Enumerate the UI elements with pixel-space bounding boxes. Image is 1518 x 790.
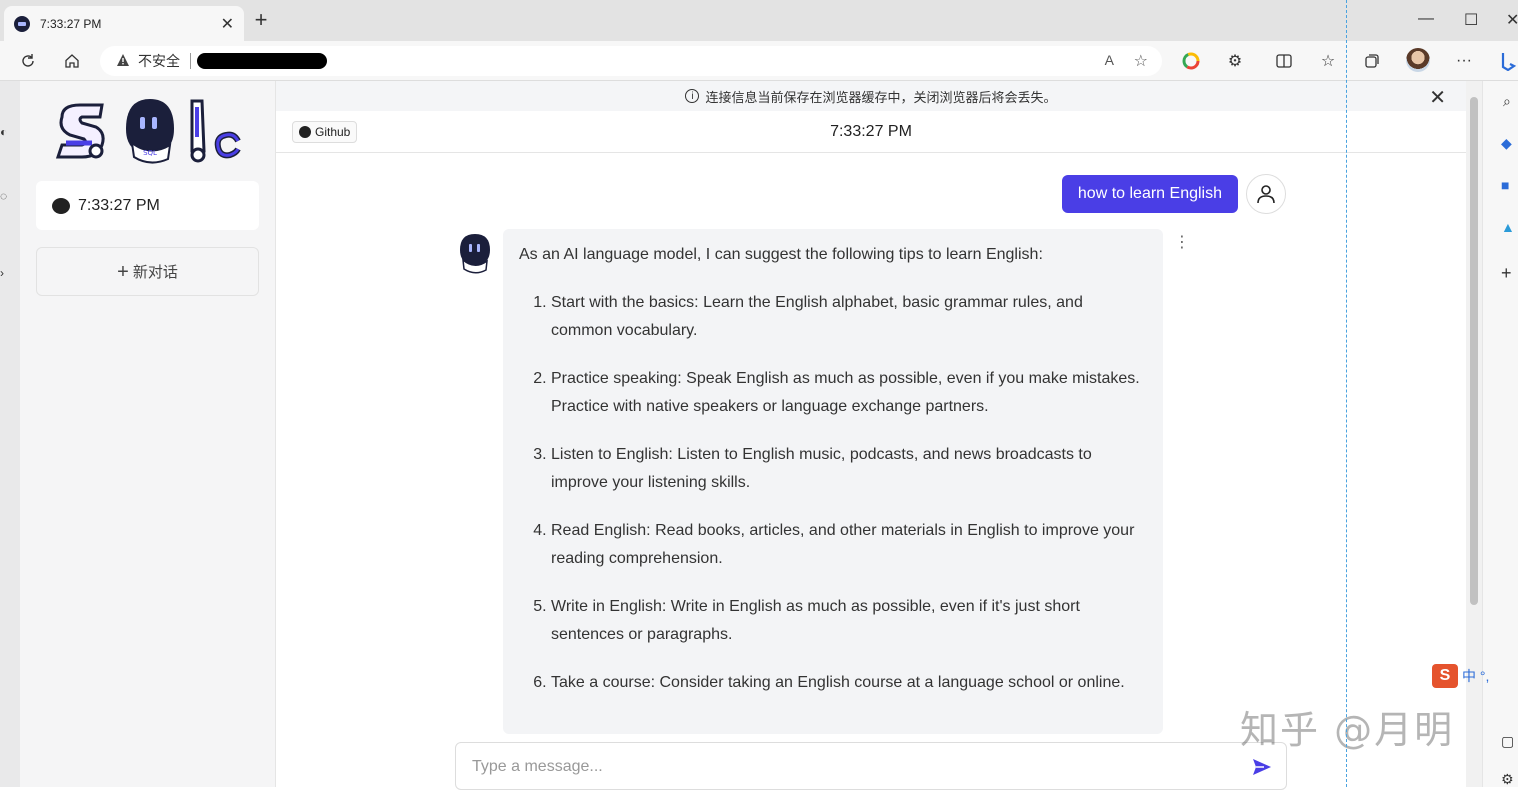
bot-avatar-icon [460, 234, 490, 274]
browser-tab-bar: 7:33:27 PM ✕ + — ☐ ✕ [0, 0, 1518, 41]
bot-intro: As an AI language model, I can suggest t… [519, 246, 1043, 263]
settings-icon[interactable]: ⚙ [1501, 771, 1514, 788]
ime-status: 中 °, [1462, 668, 1490, 684]
tip-item: Take a course: Consider taking an Englis… [551, 669, 1147, 697]
conversation-label: 7:33:27 PM [78, 196, 160, 214]
send-icon[interactable] [1252, 757, 1272, 777]
new-chat-label: 新对话 [132, 264, 178, 281]
tip-item: Start with the basics: Learn the English… [551, 289, 1147, 345]
add-favorite-icon[interactable]: ☆ [1134, 51, 1148, 71]
rail-icon[interactable]: ◌ [0, 189, 12, 203]
tip-item: Read English: Read books, articles, and … [551, 517, 1147, 573]
message-input[interactable] [472, 755, 1232, 779]
outlook-icon[interactable]: ■ [1501, 177, 1509, 193]
split-screen-icon[interactable] [1273, 50, 1295, 72]
bing-icon[interactable] [1497, 50, 1518, 72]
rail-icon[interactable]: ◐ [0, 125, 12, 139]
tab-close-icon[interactable]: ✕ [221, 14, 234, 34]
browser-toolbar: 不安全 A ☆ ⚙ ☆ ··· [0, 41, 1518, 81]
guide-line [1346, 0, 1347, 787]
chat-title: 7:33:27 PM [830, 123, 912, 140]
browser-tab[interactable]: 7:33:27 PM ✕ [4, 6, 244, 41]
notice-text: 连接信息当前保存在浏览器缓存中，关闭浏览器后将会丢失。 [705, 89, 1057, 105]
home-icon[interactable] [61, 50, 83, 72]
left-edge-rail: ◐ ◌ › [0, 81, 20, 787]
window-close-button[interactable]: ✕ [1506, 10, 1518, 30]
redacted-url [197, 53, 327, 69]
security-label[interactable]: 不安全 [138, 51, 180, 71]
info-icon: i [685, 89, 700, 103]
user-message: how to learn English [1061, 175, 1238, 213]
notice-close-icon[interactable]: ✕ [1429, 85, 1446, 110]
more-options-icon[interactable]: ··· [1453, 50, 1475, 72]
sidebar: SQL 7:33:27 PM + 新对话 [20, 81, 276, 787]
extension-color-icon[interactable] [1180, 50, 1202, 72]
tips-list: Start with the basics: Learn the English… [519, 289, 1147, 697]
read-aloud-icon[interactable]: A [1105, 52, 1114, 68]
chat-panel: i 连接信息当前保存在浏览器缓存中，关闭浏览器后将会丢失。 ✕ Github 7… [276, 81, 1466, 790]
cache-notice-banner: i 连接信息当前保存在浏览器缓存中，关闭浏览器后将会丢失。 ✕ [276, 81, 1466, 111]
address-bar[interactable]: 不安全 A ☆ [100, 46, 1162, 76]
chat-bubble-icon [52, 197, 70, 214]
message-more-icon[interactable]: ⋮ [1174, 235, 1190, 251]
tip-item: Write in English: Write in English as mu… [551, 593, 1147, 649]
ime-toolbar[interactable]: S 中 °, [1432, 663, 1489, 689]
profile-avatar[interactable] [1406, 48, 1430, 72]
sidebar-panel-icon[interactable]: ▢ [1501, 733, 1514, 750]
app-logo: SQL [55, 99, 241, 164]
collections-icon[interactable] [1361, 50, 1383, 72]
telegram-icon[interactable]: ▲ [1501, 219, 1515, 235]
user-message-row: how to learn English [1061, 174, 1286, 214]
refresh-icon[interactable] [17, 50, 39, 72]
tip-item: Practice speaking: Speak English as much… [551, 365, 1147, 421]
site-favicon-icon [14, 15, 30, 32]
watermark: 知乎 @月明 [1240, 708, 1455, 752]
warning-icon[interactable] [116, 53, 130, 70]
chat-header: Github 7:33:27 PM [276, 111, 1466, 153]
maximize-button[interactable]: ☐ [1464, 10, 1478, 30]
add-sidebar-app-icon[interactable]: + [1501, 263, 1512, 284]
favorites-icon[interactable]: ☆ [1317, 50, 1339, 72]
user-avatar-icon [1246, 174, 1286, 214]
tip-item: Listen to English: Listen to English mus… [551, 441, 1147, 497]
svg-text:SQL: SQL [143, 149, 157, 157]
rail-icon[interactable]: › [0, 266, 12, 280]
minimize-button[interactable]: — [1418, 10, 1434, 28]
copilot-icon[interactable]: ◆ [1501, 135, 1512, 152]
scrollbar-thumb[interactable] [1470, 97, 1478, 605]
page-content: ◐ ◌ › SQL 7:33:27 PM + 新对话 i 连接信息当前保存在浏览… [0, 81, 1518, 790]
address-separator [190, 53, 191, 69]
search-icon[interactable]: ⌕ [1503, 93, 1511, 110]
bot-message: As an AI language model, I can suggest t… [503, 229, 1163, 734]
message-composer [455, 742, 1287, 790]
extensions-puzzle-icon[interactable]: ⚙ [1224, 50, 1246, 72]
conversation-item[interactable]: 7:33:27 PM [36, 181, 259, 230]
tab-title: 7:33:27 PM [40, 16, 102, 31]
new-tab-button[interactable]: + [250, 9, 272, 32]
plus-icon: + [117, 260, 129, 283]
ime-logo: S [1432, 664, 1458, 688]
new-chat-button[interactable]: + 新对话 [36, 247, 259, 296]
